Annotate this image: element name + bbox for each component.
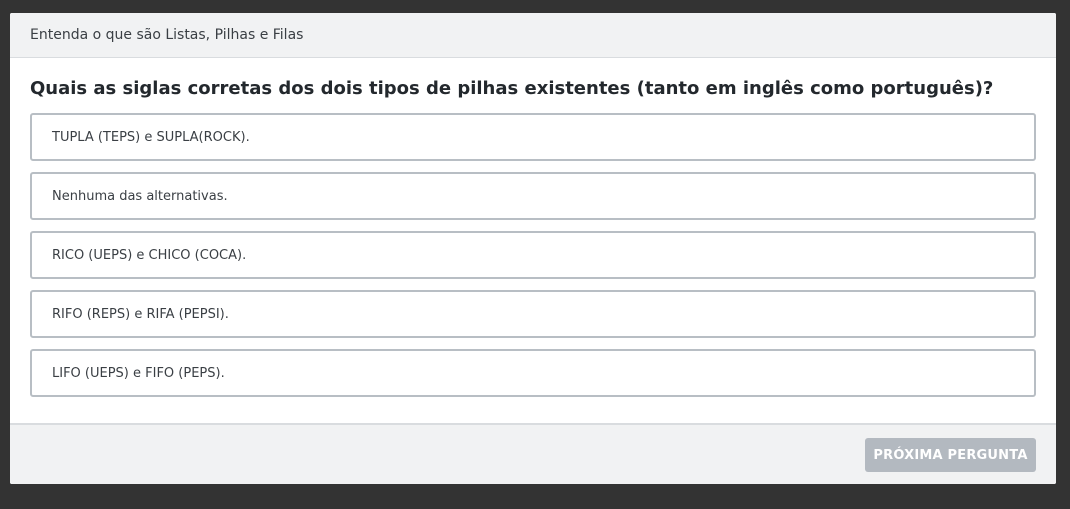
answer-option-4[interactable]: RIFO (REPS) e RIFA (PEPSI).	[30, 290, 1036, 338]
answer-option-label: LIFO (UEPS) e FIFO (PEPS).	[52, 365, 225, 381]
next-question-button[interactable]: PRÓXIMA PERGUNTA	[865, 438, 1036, 472]
quiz-header: Entenda o que são Listas, Pilhas e Filas	[10, 13, 1056, 58]
quiz-title: Entenda o que são Listas, Pilhas e Filas	[30, 27, 304, 43]
answer-option-3[interactable]: RICO (UEPS) e CHICO (COCA).	[30, 231, 1036, 279]
answer-options: TUPLA (TEPS) e SUPLA(ROCK). Nenhuma das …	[30, 113, 1036, 397]
answer-option-label: RIFO (REPS) e RIFA (PEPSI).	[52, 306, 229, 322]
answer-option-label: TUPLA (TEPS) e SUPLA(ROCK).	[52, 129, 250, 145]
question-text: Quais as siglas corretas dos dois tipos …	[30, 78, 994, 99]
quiz-footer: PRÓXIMA PERGUNTA	[10, 423, 1056, 484]
answer-option-label: RICO (UEPS) e CHICO (COCA).	[52, 247, 247, 263]
quiz-card: Entenda o que são Listas, Pilhas e Filas…	[10, 13, 1056, 484]
quiz-body: Quais as siglas corretas dos dois tipos …	[10, 58, 1056, 397]
answer-option-1[interactable]: TUPLA (TEPS) e SUPLA(ROCK).	[30, 113, 1036, 161]
answer-option-2[interactable]: Nenhuma das alternativas.	[30, 172, 1036, 220]
answer-option-label: Nenhuma das alternativas.	[52, 188, 228, 204]
answer-option-5[interactable]: LIFO (UEPS) e FIFO (PEPS).	[30, 349, 1036, 397]
